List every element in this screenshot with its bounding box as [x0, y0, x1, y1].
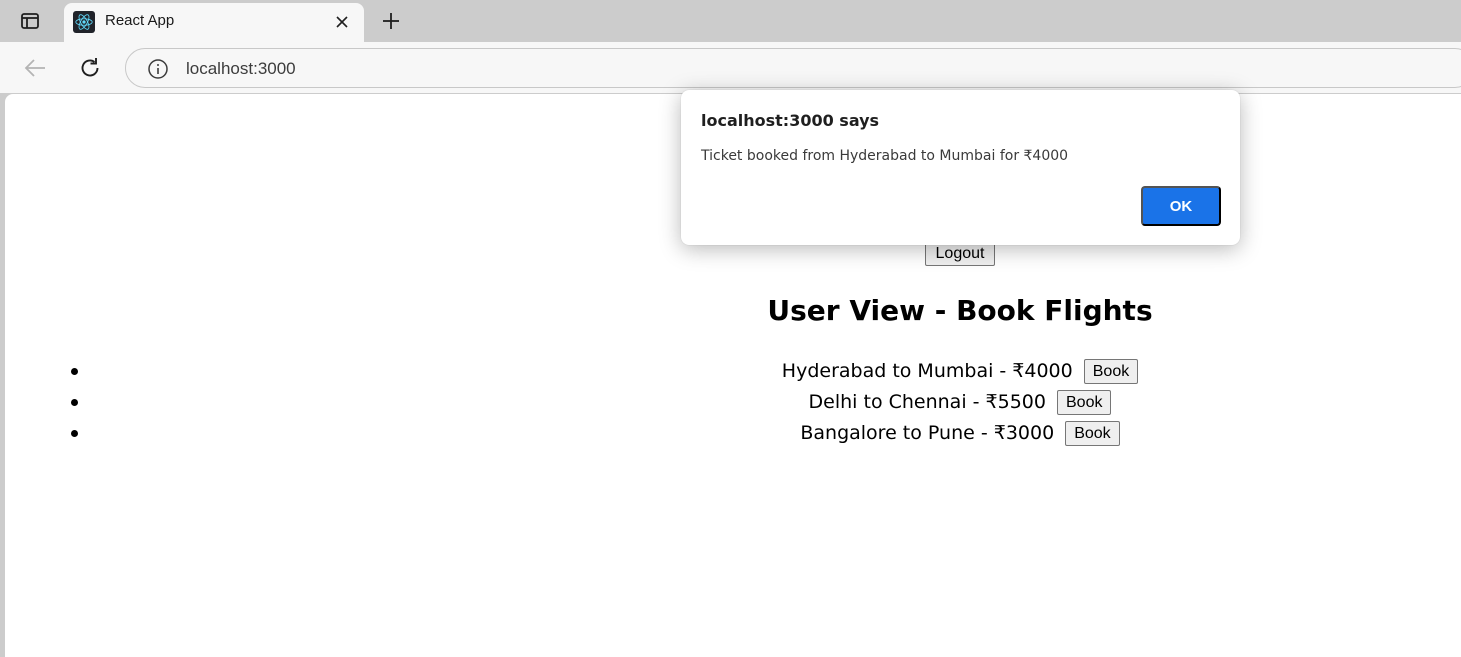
site-info-icon[interactable]	[147, 58, 169, 80]
list-bullet	[71, 399, 78, 406]
flight-route: Delhi to Chennai - ₹5500	[808, 391, 1046, 413]
reload-button[interactable]	[75, 53, 105, 83]
tab-actions-button[interactable]	[8, 7, 52, 35]
plus-icon	[383, 13, 399, 29]
new-tab-button[interactable]	[376, 7, 406, 35]
ok-button[interactable]: OK	[1141, 186, 1221, 226]
tab-strip: React App	[0, 0, 1461, 42]
page-title: User View - Book Flights	[767, 294, 1153, 327]
list-item: Delhi to Chennai - ₹5500 Book	[5, 387, 1461, 418]
reload-icon	[81, 58, 99, 77]
back-button[interactable]	[20, 53, 50, 83]
dialog-message: Ticket booked from Hyderabad to Mumbai f…	[701, 148, 1069, 164]
list-item: Hyderabad to Mumbai - ₹4000 Book	[5, 356, 1461, 387]
dialog-title: localhost:3000 says	[701, 111, 880, 130]
book-button[interactable]: Book	[1065, 421, 1120, 446]
browser-tab[interactable]: React App	[64, 3, 364, 42]
flight-route: Hyderabad to Mumbai - ₹4000	[781, 360, 1073, 382]
list-bullet	[71, 430, 78, 437]
book-button[interactable]: Book	[1057, 390, 1112, 415]
back-arrow-icon	[24, 59, 45, 77]
react-logo-icon	[73, 11, 95, 33]
close-icon	[336, 16, 348, 28]
alert-dialog: localhost:3000 says Ticket booked from H…	[681, 90, 1240, 245]
browser-toolbar: localhost:3000	[0, 42, 1461, 93]
flight-route: Bangalore to Pune - ₹3000	[800, 422, 1055, 444]
tab-title: React App	[105, 12, 175, 29]
url-text: localhost:3000	[186, 59, 296, 78]
tab-close-button[interactable]	[332, 12, 352, 32]
flight-list: Hyderabad to Mumbai - ₹4000 Book Delhi to…	[5, 356, 1461, 449]
list-bullet	[71, 368, 78, 375]
book-button[interactable]: Book	[1083, 359, 1139, 384]
sidebar-layout-icon	[21, 13, 39, 29]
list-item: Bangalore to Pune - ₹3000 Book	[5, 418, 1461, 449]
address-bar[interactable]: localhost:3000	[125, 48, 1461, 88]
